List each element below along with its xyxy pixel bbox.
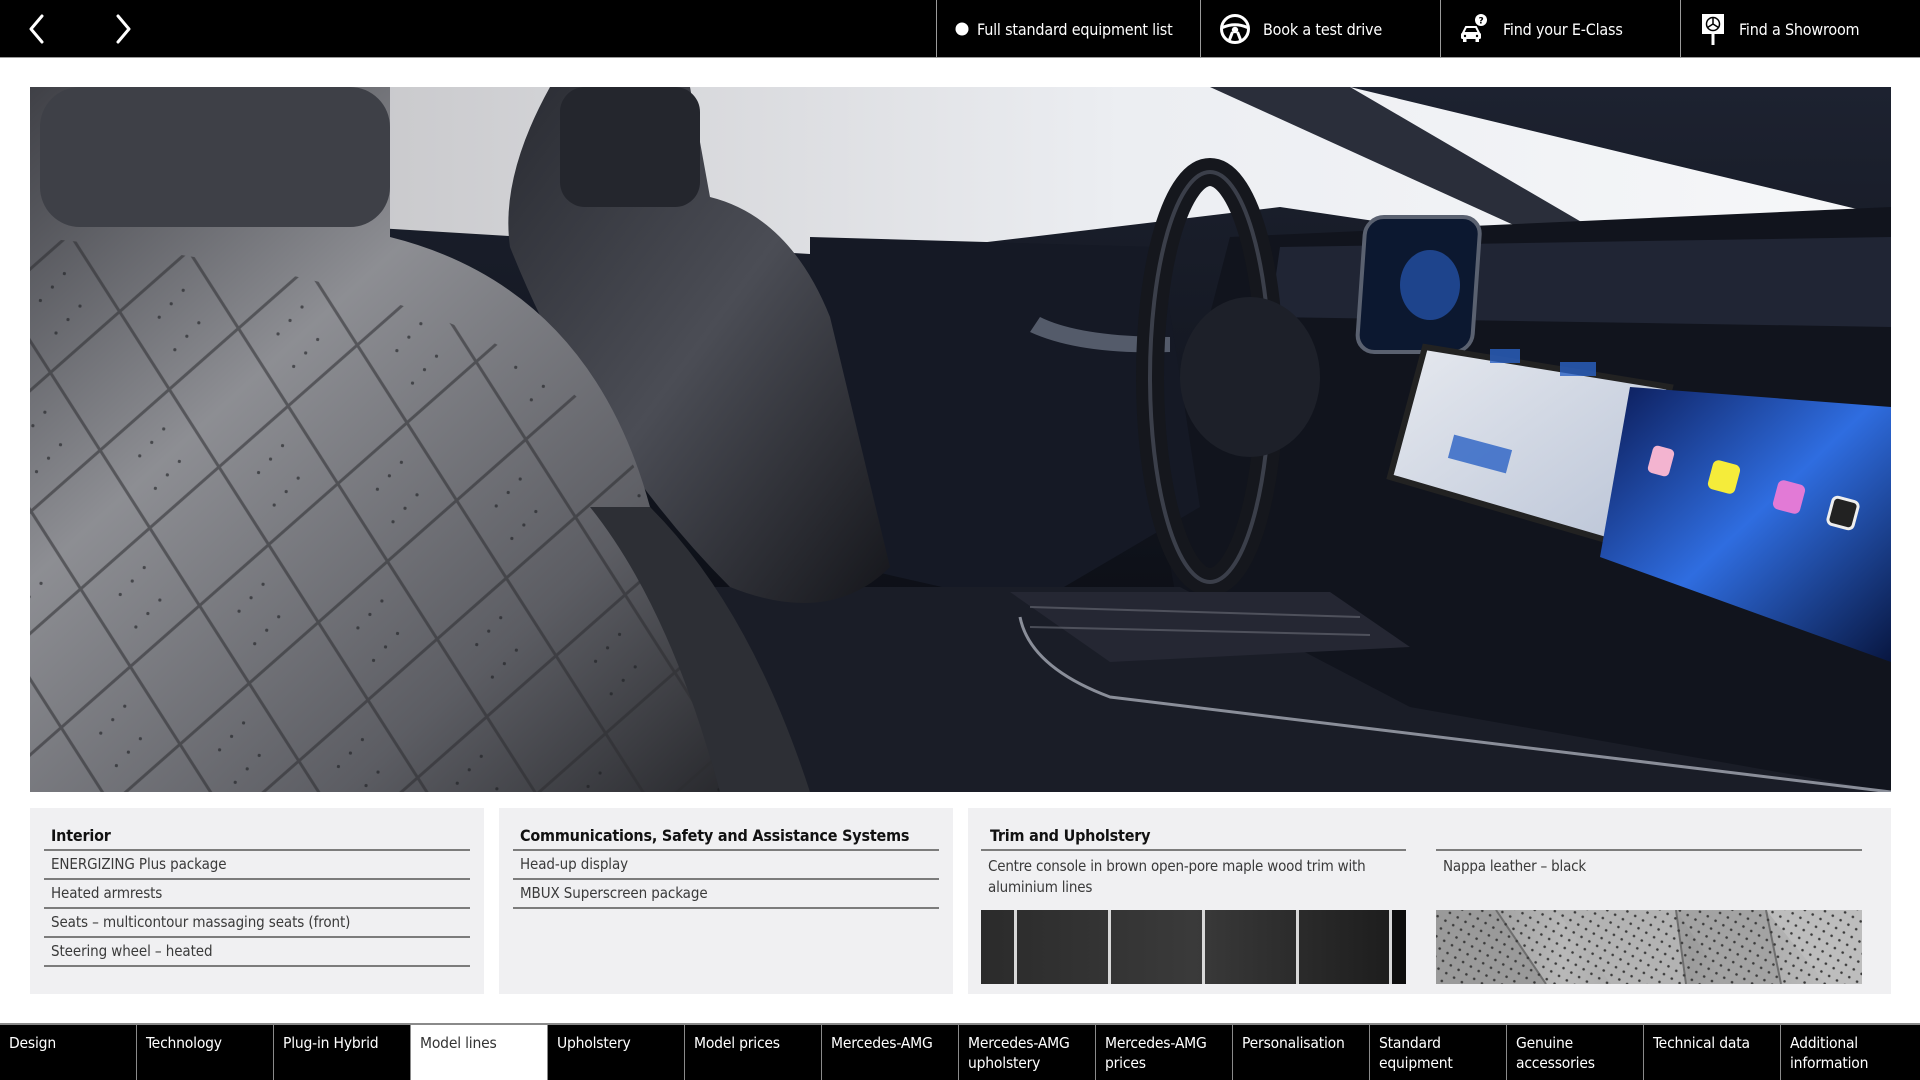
next-page-button[interactable] (104, 10, 144, 48)
dot-icon (955, 22, 969, 36)
trim-panel-title: Trim and Upholstery (990, 826, 1151, 845)
trim-option: Centre console in brown open-pore maple … (981, 849, 1406, 984)
divider (44, 965, 470, 967)
top-bar: Full standard equipment list Book a test… (0, 0, 1920, 58)
list-item: Head-up display (513, 849, 939, 878)
interior-panel-title: Interior (51, 826, 111, 845)
book-test-drive-label: Book a test drive (1263, 19, 1383, 39)
previous-page-button[interactable] (16, 10, 56, 48)
interior-list: ENERGIZING Plus package Heated armrests … (44, 849, 470, 967)
chevron-left-icon (29, 14, 44, 44)
comms-list: Head-up display MBUX Superscreen package (513, 849, 939, 909)
list-item: Heated armrests (44, 878, 470, 907)
tab-technical-data[interactable]: Technical data (1644, 1025, 1781, 1080)
svg-text:?: ? (1478, 17, 1483, 27)
tab-upholstery[interactable]: Upholstery (548, 1025, 685, 1080)
interior-hero-image (30, 87, 1891, 792)
comms-panel-title: Communications, Safety and Assistance Sy… (520, 826, 910, 845)
find-your-e-class-label: Find your E-Class (1503, 19, 1623, 39)
list-item: Steering wheel – heated (44, 936, 470, 965)
top-actions: Full standard equipment list Book a test… (936, 0, 1920, 58)
tab-personalisation[interactable]: Personalisation (1233, 1025, 1370, 1080)
steering-wheel-icon (1219, 13, 1251, 45)
tab-mercedes-amg-prices[interactable]: Mercedes-AMG prices (1096, 1025, 1233, 1080)
nappa-leather-swatch (1436, 910, 1862, 984)
full-equipment-list-link[interactable]: Full standard equipment list (936, 0, 1200, 58)
find-showroom-label: Find a Showroom (1739, 19, 1860, 39)
tab-standard-equipment[interactable]: Standard equipment (1370, 1025, 1507, 1080)
tab-mercedes-amg[interactable]: Mercedes-AMG (822, 1025, 959, 1080)
tab-model-prices[interactable]: Model prices (685, 1025, 822, 1080)
trim-option: Nappa leather – black (1436, 849, 1862, 984)
showroom-sign-icon (1699, 12, 1727, 46)
full-equipment-list-label: Full standard equipment list (977, 19, 1173, 39)
trim-option-label: Centre console in brown open-pore maple … (988, 857, 1366, 896)
list-item: MBUX Superscreen package (513, 878, 939, 907)
tab-mercedes-amg-upholstery[interactable]: Mercedes-AMG upholstery (959, 1025, 1096, 1080)
wood-aluminium-swatch (981, 910, 1406, 984)
divider (513, 907, 939, 909)
book-test-drive-link[interactable]: Book a test drive (1200, 0, 1440, 58)
tab-genuine-accessories[interactable]: Genuine accessories (1507, 1025, 1644, 1080)
tab-technology[interactable]: Technology (137, 1025, 274, 1080)
list-item: ENERGIZING Plus package (44, 849, 470, 878)
tab-additional-information[interactable]: Additional information (1781, 1025, 1920, 1080)
comms-safety-panel: Communications, Safety and Assistance Sy… (499, 808, 953, 994)
tab-model-lines[interactable]: Model lines (411, 1025, 548, 1080)
tab-plug-in-hybrid[interactable]: Plug-in Hybrid (274, 1025, 411, 1080)
trim-option-label: Nappa leather – black (1443, 857, 1587, 875)
chevron-right-icon (116, 14, 131, 44)
section-nav: Design Technology Plug-in Hybrid Model l… (0, 1023, 1920, 1080)
list-item: Seats – multicontour massaging seats (fr… (44, 907, 470, 936)
car-question-icon: ? (1459, 13, 1491, 45)
find-your-e-class-link[interactable]: ? Find your E-Class (1440, 0, 1680, 58)
interior-panel: Interior ENERGIZING Plus package Heated … (30, 808, 484, 994)
tab-design[interactable]: Design (0, 1025, 137, 1080)
trim-upholstery-panel: Trim and Upholstery Centre console in br… (968, 808, 1891, 994)
find-showroom-link[interactable]: Find a Showroom (1680, 0, 1920, 58)
